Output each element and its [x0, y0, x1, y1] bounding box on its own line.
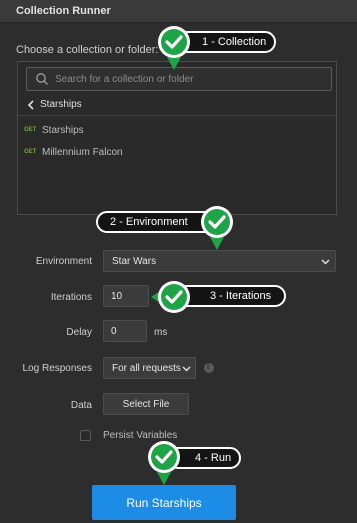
title-bar: Collection Runner	[0, 0, 357, 23]
callout-text: 1 - Collection	[202, 36, 267, 48]
request-name: Millennium Falcon	[42, 147, 123, 158]
choose-collection-label: Choose a collection or folder:	[16, 44, 159, 56]
log-responses-value: For all requests	[112, 363, 181, 374]
callout-text: 4 - Run	[195, 452, 232, 464]
check-marker-icon	[151, 281, 190, 313]
method-badge: GET	[24, 149, 37, 155]
data-label: Data	[70, 400, 92, 411]
request-name: Starships	[42, 125, 84, 136]
list-item[interactable]: GET Starships	[24, 124, 324, 140]
window-title: Collection Runner	[16, 5, 111, 17]
callout-iterations: 3 - Iterations	[176, 285, 286, 307]
collection-panel: Starships GET Starships GET Millennium F…	[17, 61, 337, 215]
breadcrumb[interactable]: Starships	[18, 94, 336, 116]
chevron-down-icon	[182, 366, 191, 372]
method-badge: GET	[24, 127, 37, 133]
iterations-input[interactable]: 10	[103, 285, 149, 307]
callout-text: 2 - Environment	[110, 216, 188, 228]
search-input[interactable]	[55, 71, 325, 88]
run-button-label: Run Starships	[126, 496, 202, 510]
delay-label: Delay	[66, 327, 92, 338]
chevron-left-icon[interactable]	[27, 100, 35, 110]
select-file-button[interactable]: Select File	[103, 393, 189, 415]
log-responses-select[interactable]: For all requests	[103, 357, 196, 379]
chevron-down-icon	[321, 259, 330, 265]
delay-value: 0	[111, 326, 117, 337]
persist-variables-checkbox[interactable]	[80, 430, 91, 441]
check-marker-icon	[201, 206, 233, 250]
iterations-label: Iterations	[50, 292, 92, 303]
environment-select[interactable]: Star Wars	[103, 250, 336, 272]
callout-text: 3 - Iterations	[210, 290, 272, 302]
iterations-value: 10	[111, 291, 123, 302]
check-marker-icon	[148, 441, 180, 485]
list-item[interactable]: GET Millennium Falcon	[24, 146, 324, 162]
info-icon-glyph: i	[207, 362, 210, 371]
log-responses-label: Log Responses	[22, 363, 93, 374]
check-marker-icon	[158, 26, 190, 70]
environment-label: Environment	[35, 256, 92, 267]
delay-input[interactable]: 0	[103, 320, 147, 342]
search-icon	[36, 73, 48, 85]
breadcrumb-label: Starships	[40, 99, 82, 110]
delay-unit: ms	[154, 327, 168, 338]
run-button[interactable]: Run Starships	[92, 485, 236, 520]
environment-value: Star Wars	[112, 256, 157, 267]
info-icon[interactable]: i	[204, 362, 214, 373]
